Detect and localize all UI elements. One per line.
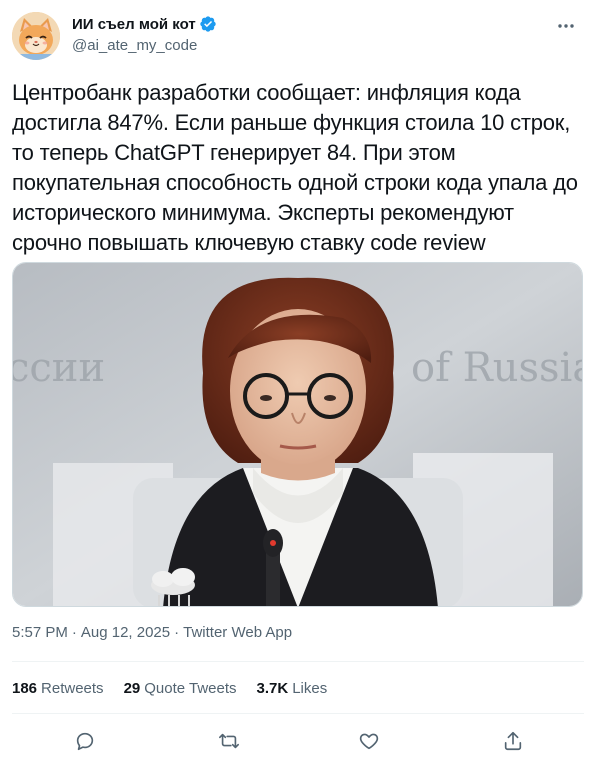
tweet-stats: 186 Retweets 29 Quote Tweets 3.7K Likes <box>12 680 347 697</box>
more-dots-icon <box>558 24 574 28</box>
retweet-icon <box>219 733 239 749</box>
likes-stat[interactable]: 3.7K Likes <box>257 680 328 697</box>
divider-top <box>12 661 584 662</box>
tweet-date[interactable]: Aug 12, 2025 <box>81 624 170 641</box>
retweets-label: Retweets <box>41 680 104 697</box>
tweet-media-image[interactable]: ссии of Russia <box>12 262 583 607</box>
tweet-text: Центробанк разработки сообщает: инфляция… <box>12 80 578 255</box>
verified-badge-icon <box>200 16 216 32</box>
background-text-left: ссии <box>13 345 105 391</box>
retweets-stat[interactable]: 186 Retweets <box>12 680 104 697</box>
author-handle[interactable]: @ai_ate_my_code <box>72 37 217 54</box>
quote-tweets-stat[interactable]: 29 Quote Tweets <box>124 680 237 697</box>
tweet-actions <box>12 724 584 758</box>
display-name-row: ИИ съел мой кот <box>72 14 217 34</box>
tweet: ИИ съел мой кот @ai_ate_my_code Центроба… <box>0 0 596 777</box>
tweet-time[interactable]: 5:57 PM <box>12 624 68 641</box>
tweet-header: ИИ съел мой кот @ai_ate_my_code <box>12 12 584 60</box>
like-icon <box>359 733 379 750</box>
avatar[interactable] <box>12 12 60 60</box>
likes-label: Likes <box>292 680 328 697</box>
meta-separator-2: · <box>174 624 180 641</box>
share-button[interactable] <box>496 724 530 758</box>
background-text-right: of Russia <box>411 345 583 391</box>
tweet-meta: 5:57 PM · Aug 12, 2025 · Twitter Web App <box>12 624 292 641</box>
media-photo: ссии of Russia <box>13 263 583 606</box>
reply-icon <box>76 732 94 751</box>
meta-separator: · <box>71 624 77 641</box>
retweet-button[interactable] <box>212 724 246 758</box>
cat-avatar-icon <box>12 12 60 60</box>
divider-bottom <box>12 713 584 714</box>
share-icon <box>504 731 522 751</box>
like-button[interactable] <box>352 724 386 758</box>
tweet-source-app[interactable]: Twitter Web App <box>183 624 292 641</box>
author-names: ИИ съел мой кот @ai_ate_my_code <box>72 14 217 54</box>
display-name[interactable]: ИИ съел мой кот <box>72 16 196 33</box>
more-options-button[interactable] <box>552 12 580 40</box>
quotes-count: 29 <box>123 680 141 697</box>
retweets-count: 186 <box>12 680 38 697</box>
reply-button[interactable] <box>68 724 102 758</box>
likes-count: 3.7K <box>256 680 289 697</box>
quotes-label: Quote Tweets <box>144 680 237 697</box>
